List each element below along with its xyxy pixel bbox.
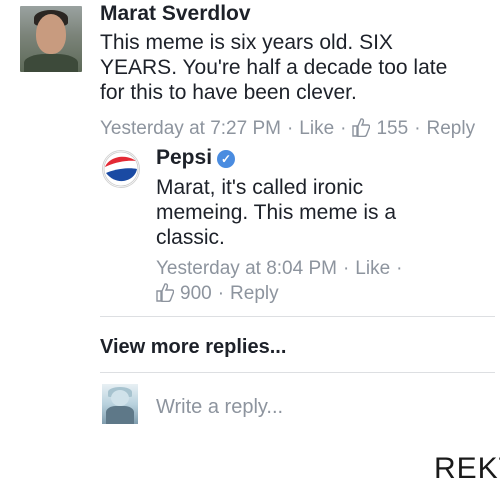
comment-author[interactable]: Marat Sverdlov [100, 2, 251, 26]
reply-line: memeing. This meme is a [156, 201, 397, 224]
comment-line: YEARS. You're half a decade too late [100, 56, 448, 79]
comment-text: This meme is six years old. SIX YEARS. Y… [100, 30, 495, 105]
comment-like-button[interactable]: Like [299, 118, 334, 139]
pepsi-globe-icon [103, 151, 139, 187]
meme-caption: REKT [434, 452, 500, 485]
reply-like-count-value: 900 [180, 283, 212, 304]
view-more-replies-link[interactable]: View more replies... [100, 336, 286, 359]
reply-line: classic. [156, 226, 225, 249]
comment-timestamp[interactable]: Yesterday at 7:27 PM [100, 118, 281, 139]
thumbs-up-icon [156, 283, 174, 302]
thumbs-up-icon [352, 118, 371, 137]
current-user-avatar [102, 384, 138, 424]
reply-author-row: Pepsi ✓ [156, 146, 236, 170]
comment-line: This meme is six years old. SIX [100, 31, 393, 54]
reply-reply-button[interactable]: Reply [230, 283, 279, 304]
reply-meta: Yesterday at 8:04 PM · Like · [156, 258, 403, 279]
reply-like-button[interactable]: Like [355, 258, 390, 279]
comment-reply-button[interactable]: Reply [427, 118, 476, 139]
comment-meta: Yesterday at 7:27 PM · Like · 155 · Reply [100, 118, 476, 139]
divider [100, 372, 495, 373]
divider [100, 316, 495, 317]
like-count-value: 155 [376, 118, 409, 139]
reply-timestamp[interactable]: Yesterday at 8:04 PM [156, 258, 337, 279]
reply-author[interactable]: Pepsi [156, 146, 212, 169]
write-reply-input[interactable]: Write a reply... [156, 396, 283, 419]
reply-like-count[interactable]: 900 [156, 283, 212, 304]
reply-text: Marat, it's called ironic memeing. This … [156, 175, 486, 250]
pepsi-logo-avatar[interactable] [102, 150, 140, 188]
comment-line: for this to have been clever. [100, 81, 357, 104]
verified-badge-icon: ✓ [217, 150, 236, 168]
reply-line: Marat, it's called ironic [156, 176, 364, 199]
like-count[interactable]: 155 [352, 118, 408, 139]
commenter-avatar[interactable] [20, 6, 82, 72]
reply-meta-second-line: 900 · Reply [156, 282, 279, 305]
